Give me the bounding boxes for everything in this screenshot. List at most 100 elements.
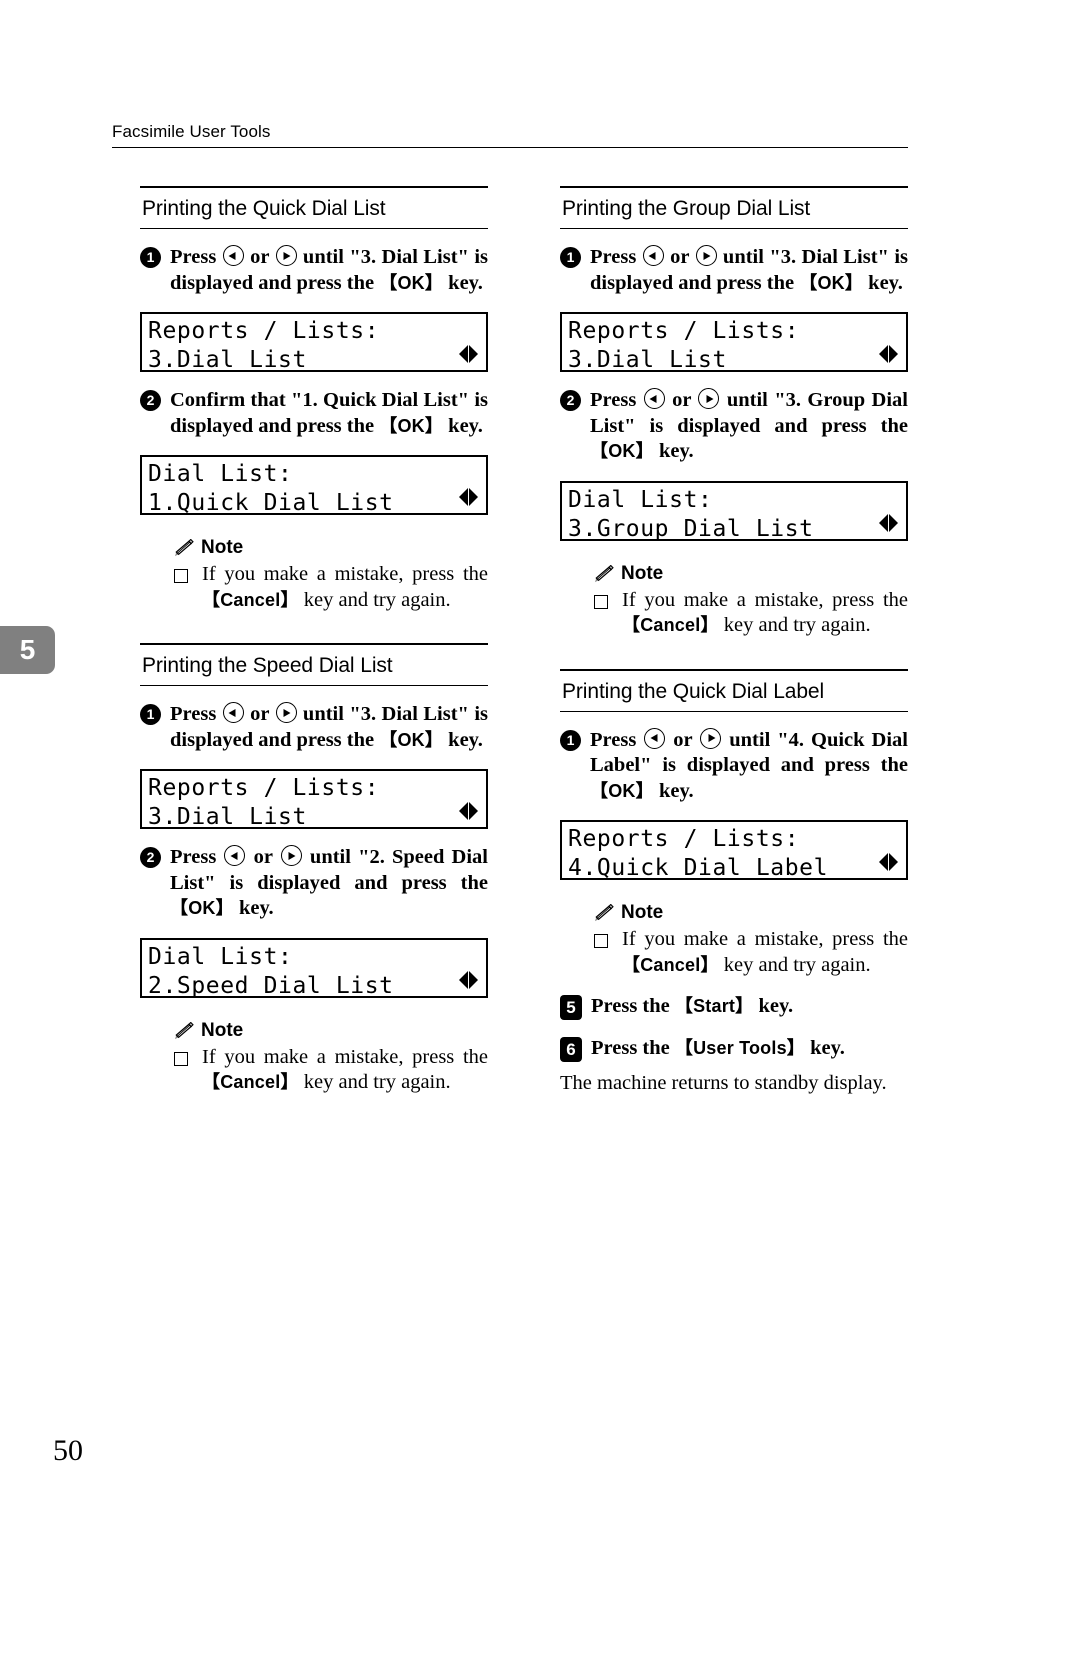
bracket-close: 】 bbox=[280, 589, 299, 610]
step-text-part: Press bbox=[590, 728, 644, 751]
key-cap-ok: 【OK】 bbox=[170, 898, 234, 918]
closing-paragraph: The machine returns to standby display. bbox=[560, 1072, 887, 1094]
step-text-part: Press bbox=[590, 246, 642, 268]
step-item: 5 Press the 【Start】 key. bbox=[560, 994, 908, 1020]
lcd-left-right-arrows-icon bbox=[879, 853, 898, 871]
key-cap-cancel: 【Cancel】 bbox=[622, 955, 719, 975]
step-number-marker: 1 bbox=[140, 247, 161, 268]
section-quick-dial-label: Printing the Quick Dial Label 1 Press or… bbox=[560, 668, 908, 1097]
note-label: Note bbox=[201, 1019, 244, 1041]
section-speed-dial-list: Printing the Speed Dial List 1 Press or … bbox=[140, 643, 488, 1096]
step-item: 6 Press the 【User Tools】 key. bbox=[560, 1036, 908, 1062]
section-group-dial-list: Printing the Group Dial List 1 Press or … bbox=[560, 186, 908, 639]
heading-rule-bottom bbox=[560, 228, 908, 229]
step-item: 1 Press or until "4. Quick Dial Label" i… bbox=[560, 727, 908, 805]
step-text-part: or bbox=[665, 389, 698, 411]
right-column: Printing the Group Dial List 1 Press or … bbox=[560, 186, 908, 1097]
step-text-part: Press the bbox=[591, 995, 675, 1017]
note-heading: Note bbox=[173, 1020, 488, 1042]
step-text: Press or until "3. Dial List" is display… bbox=[170, 702, 488, 753]
bracket-open: 【 bbox=[202, 1072, 221, 1092]
step-text: Press or until "3. Dial List" is display… bbox=[170, 245, 488, 296]
key-cap-ok: 【OK】 bbox=[379, 730, 443, 750]
key-label: OK bbox=[817, 272, 845, 293]
note-bullet-icon bbox=[594, 594, 608, 609]
key-label: Cancel bbox=[640, 615, 701, 635]
chapter-tab-number: 5 bbox=[19, 634, 36, 665]
step-text: Confirm that "1. Quick Dial List" is dis… bbox=[170, 388, 488, 439]
pencil-icon bbox=[595, 904, 614, 922]
lcd-display: Dial List: 2.Speed Dial List bbox=[140, 937, 488, 999]
lcd-line-2: 3.Dial List bbox=[148, 804, 307, 830]
bracket-open: 【 bbox=[379, 415, 398, 436]
step-text-part: key. bbox=[753, 995, 794, 1017]
note-item: If you make a mistake, press the 【Cancel… bbox=[174, 1045, 488, 1096]
bracket-close: 】 bbox=[735, 996, 754, 1016]
step-number-marker: 5 bbox=[560, 995, 582, 1020]
step-text-part: key. bbox=[443, 414, 483, 437]
lcd-display: Dial List: 1.Quick Dial List bbox=[140, 455, 488, 516]
note-heading: Note bbox=[173, 537, 488, 559]
key-label: User Tools bbox=[693, 1037, 787, 1058]
step-text-part: or bbox=[244, 703, 275, 725]
step-text-part: Press bbox=[170, 846, 224, 868]
note-label: Note bbox=[621, 902, 664, 923]
step-text-part: Press bbox=[170, 246, 222, 268]
bracket-open: 【 bbox=[622, 615, 641, 635]
note-text: If you make a mistake, press the 【Cancel… bbox=[622, 588, 908, 639]
bracket-open: 【 bbox=[379, 272, 398, 293]
bracket-close: 】 bbox=[844, 272, 864, 293]
bracket-close: 】 bbox=[424, 415, 444, 436]
lcd-line-2: 3.Group Dial List bbox=[568, 515, 814, 542]
note-heading: Note bbox=[593, 902, 908, 924]
header-rule bbox=[112, 147, 908, 148]
step-number-marker: 2 bbox=[560, 390, 581, 411]
bracket-close: 】 bbox=[635, 441, 654, 461]
bracket-close: 】 bbox=[424, 272, 444, 293]
bracket-close: 】 bbox=[786, 1037, 805, 1058]
step-text: Press or until "3. Group Dial List" is d… bbox=[590, 388, 908, 465]
key-label: OK bbox=[397, 415, 425, 436]
key-cap-cancel: 【Cancel】 bbox=[622, 615, 719, 635]
key-cap-ok: 【OK】 bbox=[379, 416, 443, 436]
note-text: If you make a mistake, press the 【Cancel… bbox=[622, 927, 908, 978]
lcd-line-1: Reports / Lists: bbox=[148, 775, 380, 801]
lcd-left-right-arrows-icon bbox=[879, 345, 898, 363]
step-text-part: key. bbox=[863, 271, 903, 294]
key-label: Cancel bbox=[220, 589, 281, 610]
note-text-part: If you make a mistake, press the bbox=[622, 928, 908, 950]
lcd-line-2: 4.Quick Dial Label bbox=[568, 855, 829, 881]
bracket-open: 【 bbox=[622, 954, 641, 975]
lcd-line-2: 1.Quick Dial List bbox=[148, 490, 394, 516]
step-text-part: or bbox=[664, 246, 695, 268]
lcd-left-right-arrows-icon bbox=[459, 970, 478, 989]
lcd-display: Reports / Lists: 3.Dial List bbox=[140, 769, 488, 830]
note-bullet-icon bbox=[174, 1051, 188, 1066]
left-arrow-icon bbox=[222, 245, 244, 266]
step-text-part: key. bbox=[233, 897, 274, 919]
note-bullet-icon bbox=[594, 934, 608, 948]
lcd-display: Reports / Lists: 4.Quick Dial Label bbox=[560, 820, 908, 881]
step-number-marker: 1 bbox=[560, 247, 581, 268]
lcd-display: Reports / Lists: 3.Dial List bbox=[140, 312, 488, 373]
section-quick-dial-list: Printing the Quick Dial List 1 Press or … bbox=[140, 186, 488, 613]
note-block: Note If you make a mistake, press the 【C… bbox=[560, 563, 908, 639]
pencil-icon bbox=[175, 539, 194, 557]
note-text-part: If you make a mistake, press the bbox=[202, 1045, 488, 1068]
lcd-line-1: Dial List: bbox=[148, 943, 293, 970]
bracket-open: 【 bbox=[590, 441, 609, 461]
heading-rule-bottom bbox=[560, 710, 908, 712]
bracket-close: 】 bbox=[424, 729, 444, 750]
note-block: Note If you make a mistake, press the 【C… bbox=[140, 1020, 488, 1096]
key-label: Cancel bbox=[220, 1072, 281, 1092]
bracket-close: 】 bbox=[280, 1072, 299, 1092]
note-text-part: If you make a mistake, press the bbox=[622, 588, 908, 611]
left-arrow-icon bbox=[643, 388, 665, 409]
note-block: Note If you make a mistake, press the 【C… bbox=[140, 537, 488, 613]
key-cap-ok: 【OK】 bbox=[590, 441, 654, 461]
key-cap-ok: 【OK】 bbox=[799, 273, 863, 293]
heading-rule-bottom bbox=[140, 685, 488, 686]
lcd-line-1: Dial List: bbox=[568, 486, 713, 513]
